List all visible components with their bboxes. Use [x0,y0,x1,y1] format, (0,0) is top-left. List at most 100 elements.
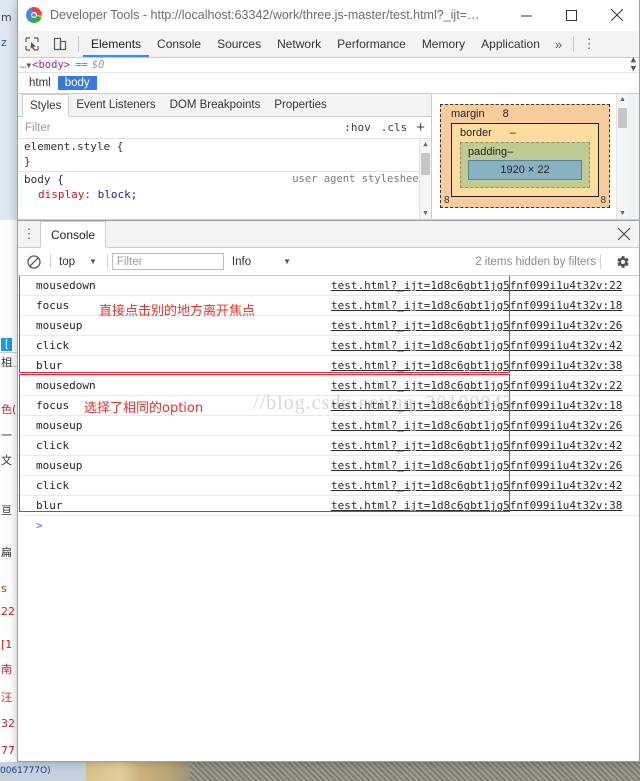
tab-properties[interactable]: Properties [267,94,333,116]
style-rule-body[interactable]: user agent stylesheet body { [18,172,431,187]
box-model-scrollbar[interactable]: ▲ ▼ [616,94,628,219]
console-row[interactable]: mouseup test.html?_ijt=1d8c6gbt1jg5fnf09… [18,316,639,336]
console-source-link[interactable]: test.html?_ijt=1d8c6gbt1jg5fnf099i1u4t32… [331,439,622,452]
console-source-link[interactable]: test.html?_ijt=1d8c6gbt1jg5fnf099i1u4t32… [331,319,622,332]
toolbar-divider [78,36,79,52]
toolbar-divider [600,254,601,269]
box-model-border[interactable]: border – padding– 1920 × 22 [451,123,599,197]
box-model-content[interactable]: 1920 × 22 [468,160,582,180]
styles-filter-input[interactable]: Filter [18,122,339,134]
console-drawer: ⋮ Console top ▼ Filter Info ▼ 2 items hi… [18,220,639,761]
more-tabs-button[interactable]: » [548,31,569,57]
console-row[interactable]: click test.html?_ijt=1d8c6gbt1jg5fnf099i… [18,336,639,356]
tab-network[interactable]: Network [269,31,329,57]
box-model-margin-left[interactable]: 8 [444,195,450,206]
background-text-fragment: m [1,11,12,24]
styles-rules-list: element.style { } user agent stylesheet … [18,139,431,219]
scroll-up-arrow-icon[interactable]: ▲ [420,139,431,150]
drawer-tab-console[interactable]: Console [40,221,107,248]
console-row[interactable]: blur test.html?_ijt=1d8c6gbt1jg5fnf099i1… [18,496,639,516]
expand-triangle-icon[interactable]: ▼ [26,61,31,70]
close-button[interactable] [594,0,639,30]
dom-ellipsis: … [20,59,26,71]
console-message: focus [36,399,70,412]
drawer-close-button[interactable] [609,221,639,247]
breadcrumb-item-html[interactable]: html [22,76,58,90]
box-model-padding-top[interactable]: – [507,146,513,158]
scrollbar-thumb[interactable] [618,108,627,128]
console-source-link[interactable]: test.html?_ijt=1d8c6gbt1jg5fnf099i1u4t32… [331,419,622,432]
cls-toggle-button[interactable]: .cls [376,121,413,134]
console-source-link[interactable]: test.html?_ijt=1d8c6gbt1jg5fnf099i1u4t32… [331,399,622,412]
style-rule-element-style[interactable]: element.style { [18,139,431,154]
box-model-margin-top[interactable]: 8 [503,108,509,120]
console-source-link[interactable]: test.html?_ijt=1d8c6gbt1jg5fnf099i1u4t32… [331,279,622,292]
drawer-menu-button[interactable]: ⋮ [18,221,40,247]
hidden-items-note: 2 items hidden by filters [475,255,596,268]
console-row[interactable]: mouseup test.html?_ijt=1d8c6gbt1jg5fnf09… [18,416,639,436]
box-model-margin-right[interactable]: 8 [600,195,606,206]
console-message: click [36,439,70,452]
tab-dom-breakpoints[interactable]: DOM Breakpoints [163,94,268,116]
style-property-name[interactable]: display: [24,188,91,201]
minimize-button[interactable] [504,0,549,30]
log-level-select[interactable]: Info ▼ [224,256,291,268]
console-source-link[interactable]: test.html?_ijt=1d8c6gbt1jg5fnf099i1u4t32… [331,379,622,392]
box-model-margin[interactable]: margin 8 8 8 border – padding– 1920 × 22 [440,104,610,208]
background-text-fragment: 一 [1,429,12,442]
console-source-link[interactable]: test.html?_ijt=1d8c6gbt1jg5fnf099i1u4t32… [331,359,622,372]
console-prompt-arrow: > [36,519,43,532]
console-row[interactable]: blur test.html?_ijt=1d8c6gbt1jg5fnf099i1… [18,356,639,376]
console-row[interactable]: mousedown test.html?_ijt=1d8c6gbt1jg5fnf… [18,376,639,396]
breadcrumb-item-body[interactable]: body [57,76,97,90]
scroll-down-arrow-icon[interactable]: ▼ [617,208,628,219]
console-source-link[interactable]: test.html?_ijt=1d8c6gbt1jg5fnf099i1u4t32… [331,459,622,472]
style-property-value[interactable]: block; [98,188,138,201]
box-model-margin-label: margin [451,108,485,120]
tab-event-listeners[interactable]: Event Listeners [69,94,162,116]
window-titlebar[interactable]: Developer Tools - http://localhost:63342… [18,0,639,31]
main-menu-button[interactable]: ⋮ [578,31,600,57]
gear-icon[interactable] [613,255,633,269]
console-message: mouseup [36,459,83,472]
dom-node-tag[interactable]: <body> [32,59,70,71]
tab-console[interactable]: Console [149,31,209,57]
maximize-button[interactable] [549,0,594,30]
console-filter-input[interactable]: Filter [111,253,224,270]
tab-performance[interactable]: Performance [329,31,414,57]
console-row[interactable]: click test.html?_ijt=1d8c6gbt1jg5fnf099i… [18,436,639,456]
console-row[interactable]: mouseup test.html?_ijt=1d8c6gbt1jg5fnf09… [18,456,639,476]
device-toolbar-icon[interactable] [46,31,74,57]
background-text-fragment: [1 [1,638,13,651]
console-source-link[interactable]: test.html?_ijt=1d8c6gbt1jg5fnf099i1u4t32… [331,299,622,312]
clear-console-icon[interactable] [22,254,46,269]
new-style-rule-button[interactable]: + [412,120,431,135]
console-message-list[interactable]: mousedown test.html?_ijt=1d8c6gbt1jg5fnf… [18,276,639,761]
scroll-up-arrow-icon[interactable]: ▲ [617,94,628,105]
tab-sources[interactable]: Sources [209,31,269,57]
scroll-down-arrow-icon[interactable]: ▼ [420,208,431,219]
stepper-icon[interactable]: ▲ ▼ [631,56,636,74]
console-source-link[interactable]: test.html?_ijt=1d8c6gbt1jg5fnf099i1u4t32… [331,339,622,352]
hov-toggle-button[interactable]: :hov [339,121,376,134]
console-row[interactable]: mousedown test.html?_ijt=1d8c6gbt1jg5fnf… [18,276,639,296]
box-model-border-top[interactable]: – [510,127,516,139]
tab-memory[interactable]: Memory [414,31,473,57]
dom-tree-row[interactable]: … ▼ <body> == $0 ▲ ▼ [18,56,639,74]
tab-elements[interactable]: Elements [83,31,149,57]
scrollbar-thumb[interactable] [421,153,430,175]
tab-application[interactable]: Application [473,31,548,57]
console-toolbar: top ▼ Filter Info ▼ 2 items hidden by fi… [18,248,639,276]
style-declaration[interactable]: display: block; [18,187,431,202]
console-source-link[interactable]: test.html?_ijt=1d8c6gbt1jg5fnf099i1u4t32… [331,479,622,492]
inspect-cursor-icon[interactable] [18,31,46,57]
box-model-padding[interactable]: padding– 1920 × 22 [460,142,590,188]
tab-styles[interactable]: Styles [22,94,70,117]
console-row[interactable]: click test.html?_ijt=1d8c6gbt1jg5fnf099i… [18,476,639,496]
console-source-link[interactable]: test.html?_ijt=1d8c6gbt1jg5fnf099i1u4t32… [331,499,622,512]
styles-scrollbar[interactable]: ▲ ▼ [419,139,431,219]
console-message: mousedown [36,279,96,292]
execution-context-select[interactable]: top ▼ [55,256,103,268]
console-message: click [36,479,70,492]
console-prompt[interactable]: > [18,516,639,535]
